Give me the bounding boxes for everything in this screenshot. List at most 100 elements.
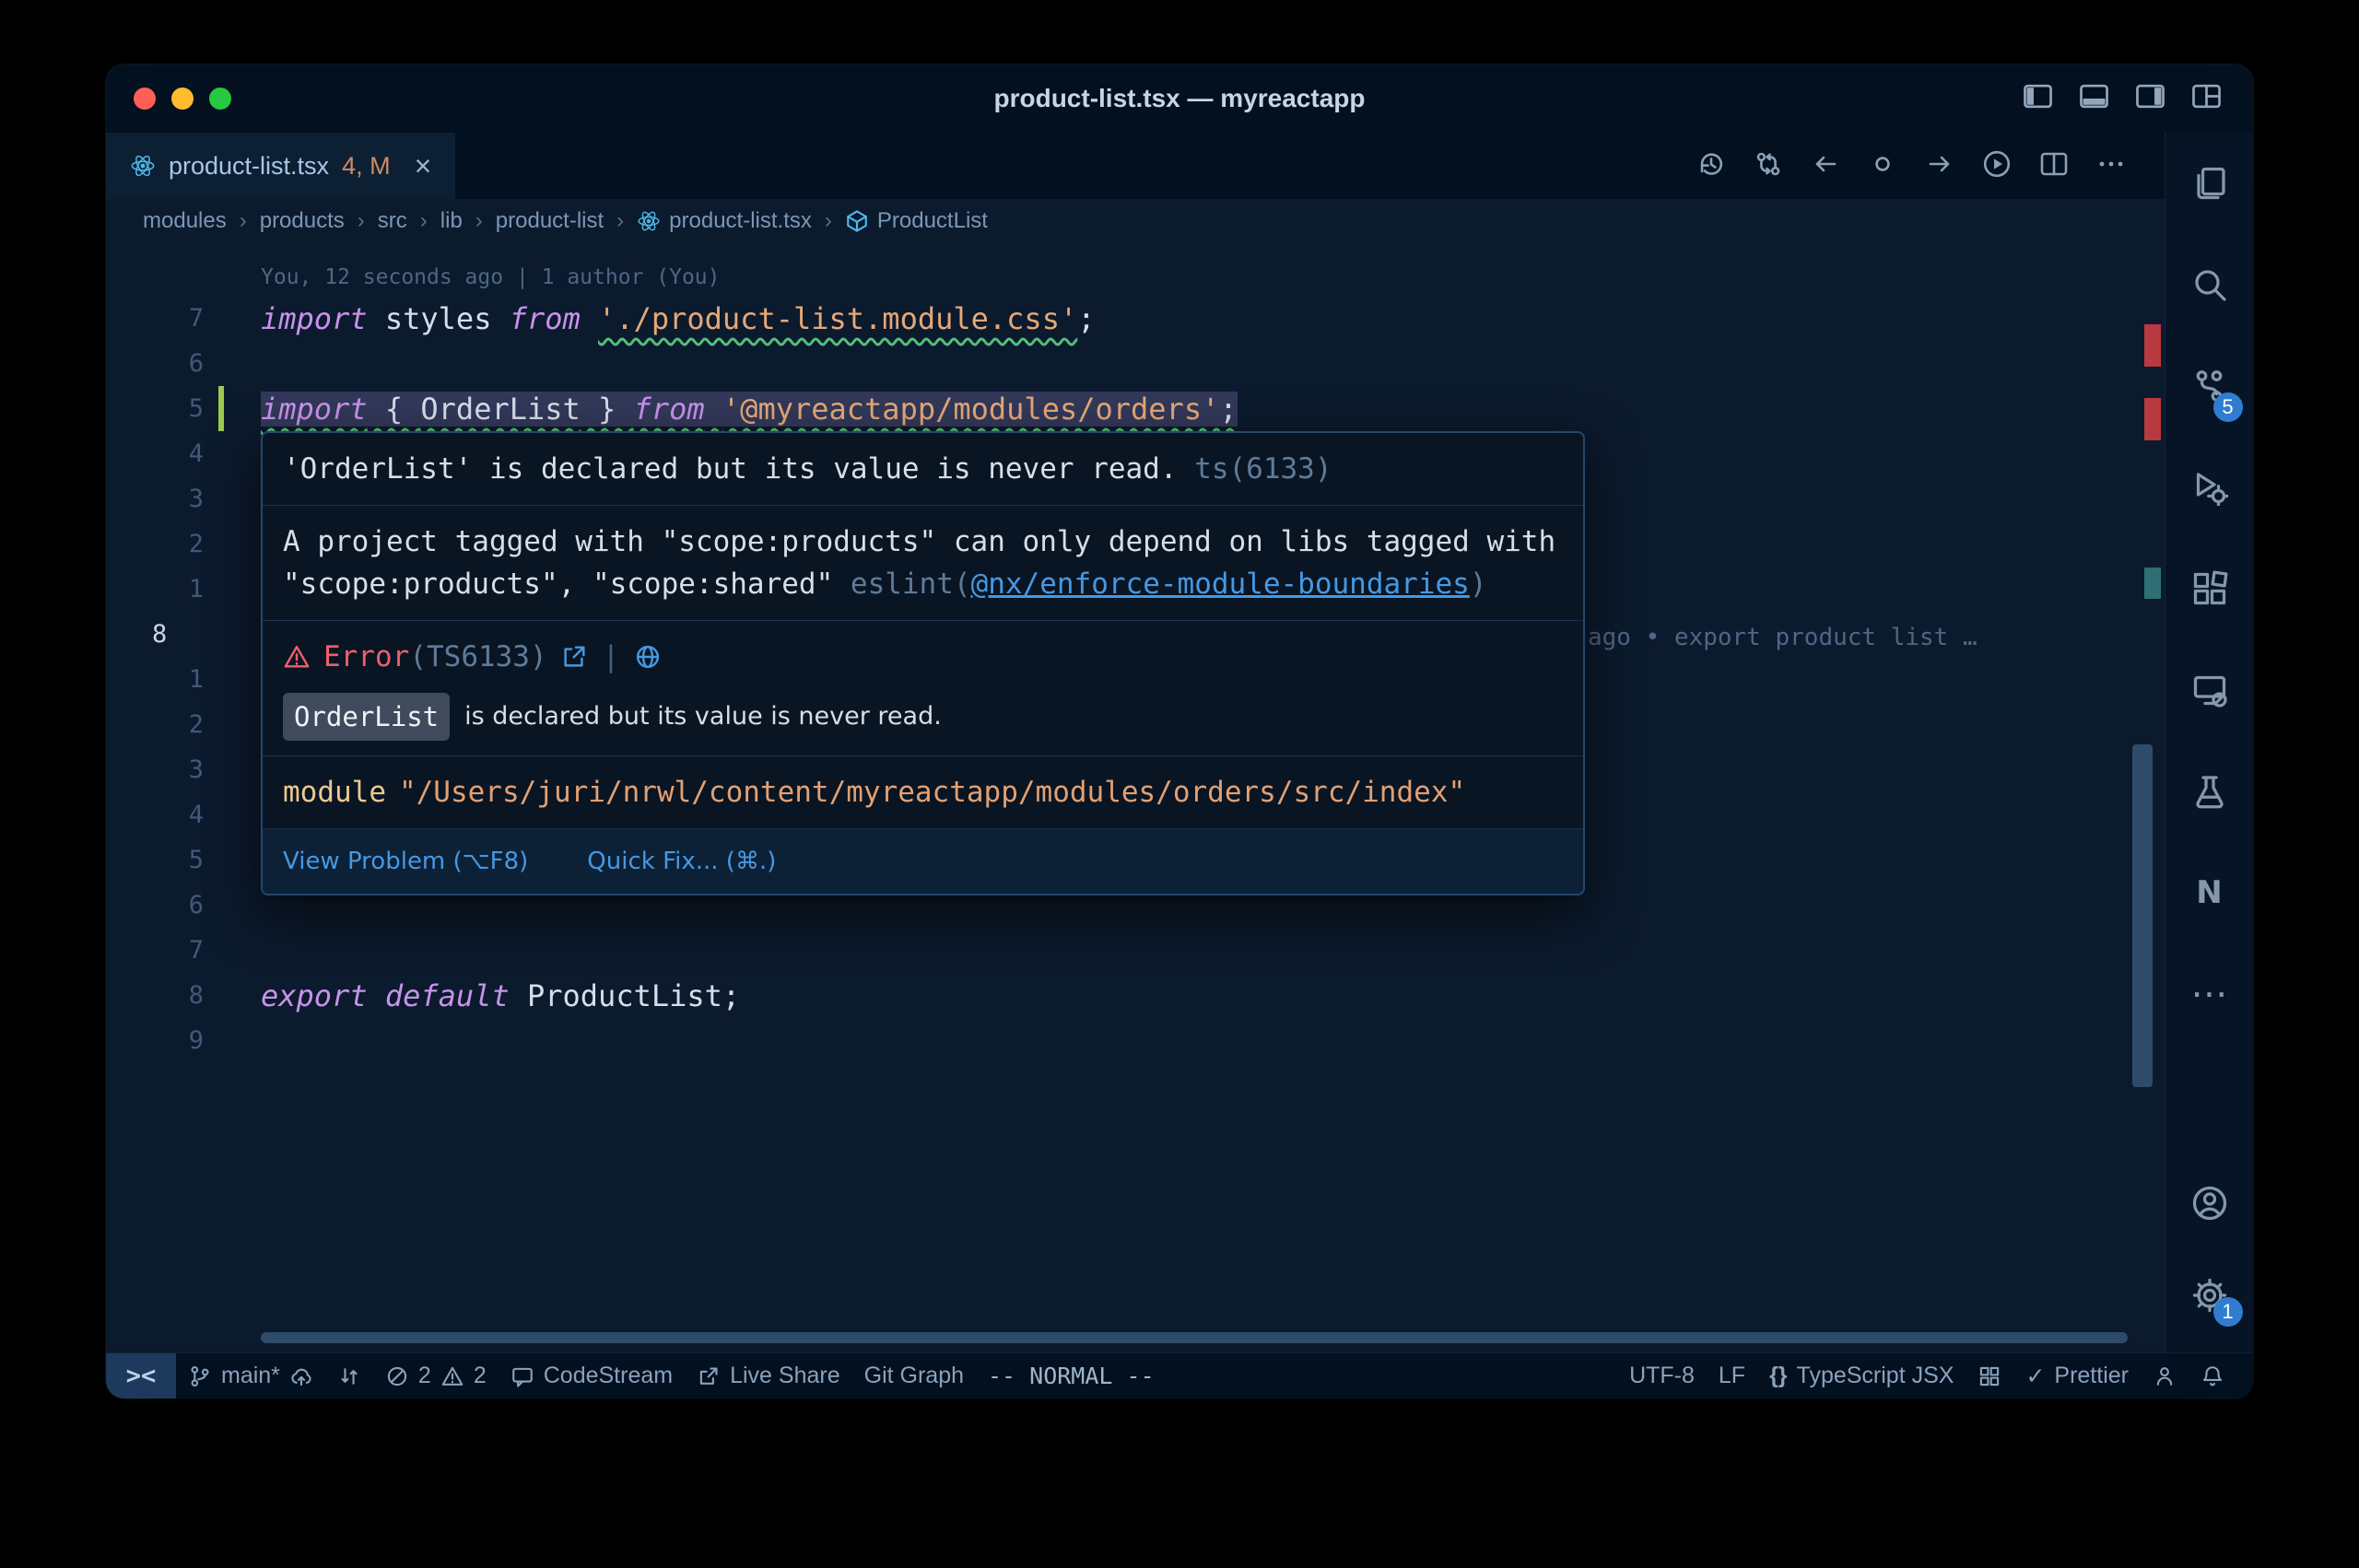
timeline-history-icon[interactable] xyxy=(1696,149,1726,183)
split-editor-icon[interactable] xyxy=(2039,149,2069,183)
code-token xyxy=(581,301,598,336)
git-branch-icon xyxy=(188,1364,212,1388)
codestream-item[interactable]: CodeStream xyxy=(499,1353,685,1398)
eol-item[interactable]: LF xyxy=(1707,1353,1757,1398)
run-file-icon[interactable] xyxy=(1982,149,2012,183)
breadcrumb-symbol-productlist[interactable]: ProductList xyxy=(845,208,988,234)
breadcrumb-separator: › xyxy=(616,208,624,234)
horizontal-scrollbar[interactable] xyxy=(261,1332,2128,1343)
module-path: "/Users/juri/nrwl/content/myreactapp/mod… xyxy=(399,776,1465,809)
testing-beaker-icon[interactable] xyxy=(2165,741,2254,842)
globe-icon[interactable] xyxy=(634,643,662,671)
extensions-icon[interactable] xyxy=(2165,538,2254,639)
code-line-blank[interactable]: 6 xyxy=(106,341,2165,386)
breadcrumb-src[interactable]: src xyxy=(378,208,407,234)
more-views-icon[interactable]: ⋯ xyxy=(2165,943,2254,1045)
breadcrumb-file[interactable]: product-list.tsx xyxy=(637,208,812,234)
line-number[interactable]: 4 xyxy=(106,439,204,468)
git-compare-icon[interactable] xyxy=(1754,149,1783,183)
zoom-window-button[interactable] xyxy=(209,88,231,110)
code-line-export-default[interactable]: 8 export default ProductList; xyxy=(106,973,2165,1018)
eslint-rule-link[interactable]: @nx/enforce-module-boundaries xyxy=(971,568,1470,601)
line-number[interactable]: 7 xyxy=(106,304,204,333)
current-line-number[interactable]: 8 xyxy=(106,620,204,649)
remote-indicator[interactable]: >< xyxy=(106,1353,176,1398)
line-number[interactable]: 6 xyxy=(106,349,204,378)
line-number[interactable]: 2 xyxy=(106,710,204,739)
toggle-secondary-sidebar-icon[interactable] xyxy=(2135,81,2165,116)
nav-forward-icon[interactable] xyxy=(1925,149,1954,183)
close-window-button[interactable] xyxy=(134,88,156,110)
line-number[interactable]: 6 xyxy=(106,891,204,919)
nav-back-icon[interactable] xyxy=(1811,149,1840,183)
git-graph-item[interactable]: Git Graph xyxy=(852,1353,976,1398)
vertical-scrollbar[interactable] xyxy=(2132,744,2153,1087)
chip-message: is declared but its value is never read. xyxy=(464,696,942,738)
vim-mode-indicator[interactable]: -- NORMAL -- xyxy=(976,1353,1167,1398)
feedback-person-item[interactable] xyxy=(2141,1353,2189,1398)
encoding-item[interactable]: UTF-8 xyxy=(1617,1353,1707,1398)
code-token: ; xyxy=(1077,301,1095,336)
code-line-import-styles[interactable]: 7 import styles from './product-list.mod… xyxy=(106,296,2165,341)
code-line-blank[interactable]: 9 xyxy=(106,1018,2165,1063)
line-number[interactable]: 5 xyxy=(106,846,204,874)
prettier-item[interactable]: ✓ Prettier xyxy=(2013,1353,2141,1398)
hover-chip-row: OrderList is declared but its value is n… xyxy=(263,685,1583,756)
toggle-panel-icon[interactable] xyxy=(2079,81,2109,116)
line-number[interactable]: 1 xyxy=(106,575,204,603)
line-number[interactable]: 7 xyxy=(106,936,204,965)
notifications-item[interactable] xyxy=(2189,1353,2236,1398)
eslint-source-close: ) xyxy=(1470,568,1487,601)
breadcrumb-label: src xyxy=(378,208,407,234)
explorer-icon[interactable] xyxy=(2165,133,2254,234)
breadcrumb-products[interactable]: products xyxy=(260,208,345,234)
live-share-item[interactable]: Live Share xyxy=(685,1353,852,1398)
prettier-label: Prettier xyxy=(2054,1363,2129,1389)
ts-diagnostic-text: 'OrderList' is declared but its value is… xyxy=(283,452,1178,486)
view-problem-button[interactable]: View Problem (⌥F8) xyxy=(283,840,528,883)
hover-severity-row: Error(TS6133) | xyxy=(263,621,1583,685)
run-debug-icon[interactable] xyxy=(2165,437,2254,538)
customize-layout-icon[interactable] xyxy=(2191,81,2222,116)
line-number[interactable]: 5 xyxy=(106,394,204,423)
remote-explorer-icon[interactable] xyxy=(2165,639,2254,741)
line-number[interactable]: 2 xyxy=(106,530,204,558)
status-bar-right: UTF-8 LF {} TypeScript JSX ✓ Prettier xyxy=(1617,1353,2253,1398)
breadcrumb-product-list-folder[interactable]: product-list xyxy=(496,208,604,234)
code-editor[interactable]: You, 12 seconds ago | 1 author (You) 7 i… xyxy=(106,243,2165,1352)
quick-fix-button[interactable]: Quick Fix... (⌘.) xyxy=(587,840,776,883)
line-number[interactable]: 4 xyxy=(106,801,204,829)
language-mode-item[interactable]: {} TypeScript JSX xyxy=(1757,1353,1966,1398)
minimize-window-button[interactable] xyxy=(171,88,194,110)
tab-product-list[interactable]: product-list.tsx 4, M × xyxy=(106,133,456,199)
line-number[interactable]: 3 xyxy=(106,755,204,784)
more-actions-icon[interactable] xyxy=(2096,149,2126,183)
nx-console-icon[interactable]: N xyxy=(2165,842,2254,943)
tab-label: product-list.tsx xyxy=(169,152,329,181)
nav-dot-icon[interactable] xyxy=(1868,149,1897,183)
toggle-primary-sidebar-icon[interactable] xyxy=(2023,81,2053,116)
code-token xyxy=(705,392,722,427)
code-token-string: './product-list.module.css' xyxy=(598,301,1077,336)
source-control-icon[interactable]: 5 xyxy=(2165,335,2254,437)
search-icon[interactable] xyxy=(2165,234,2254,335)
compare-changes-item[interactable] xyxy=(325,1353,373,1398)
breadcrumb-lib[interactable]: lib xyxy=(440,208,463,234)
breadcrumb-modules[interactable]: modules xyxy=(143,208,227,234)
line-number[interactable]: 8 xyxy=(106,981,204,1010)
grid-extension-item[interactable] xyxy=(1966,1353,2013,1398)
code-line-import-orderlist[interactable]: 5 import { OrderList } from '@myreactapp… xyxy=(106,386,2165,431)
line-number[interactable]: 9 xyxy=(106,1026,204,1055)
line-number[interactable]: 1 xyxy=(106,665,204,694)
account-icon[interactable] xyxy=(2165,1157,2254,1249)
problems-item[interactable]: 2 2 xyxy=(373,1353,499,1398)
git-branch-item[interactable]: main* xyxy=(176,1353,325,1398)
settings-gear-icon[interactable]: 1 xyxy=(2165,1249,2254,1341)
line-number[interactable]: 3 xyxy=(106,485,204,513)
git-graph-label: Git Graph xyxy=(864,1363,964,1389)
code-token: import xyxy=(261,301,368,336)
cloud-upload-icon xyxy=(289,1364,313,1388)
code-line-blank[interactable]: 7 xyxy=(106,928,2165,973)
tab-close-icon[interactable]: × xyxy=(415,151,432,181)
open-external-icon[interactable] xyxy=(560,643,588,671)
